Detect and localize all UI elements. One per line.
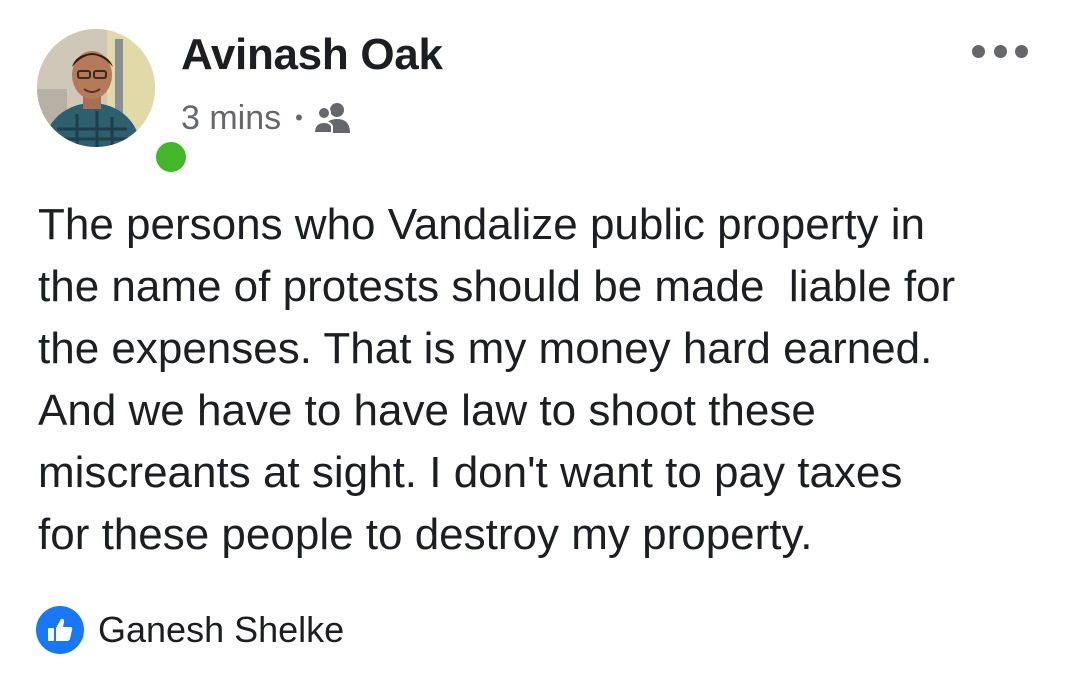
post-card: Avinash Oak 3 mins • The persons who Van… bbox=[0, 0, 1080, 688]
post-meta: 3 mins • bbox=[181, 96, 353, 140]
author-name[interactable]: Avinash Oak bbox=[181, 30, 443, 80]
post-timestamp[interactable]: 3 mins bbox=[181, 99, 281, 138]
reactions-summary[interactable]: Ganesh Shelke bbox=[36, 605, 344, 655]
post-text-line: The persons who Vandalize public propert… bbox=[38, 200, 926, 249]
meta-separator: • bbox=[295, 105, 303, 130]
more-dot bbox=[972, 44, 985, 58]
online-status-indicator bbox=[151, 137, 191, 177]
friends-icon[interactable] bbox=[312, 101, 353, 135]
more-dot bbox=[1015, 44, 1028, 58]
post-text-line: the expenses. That is my money hard earn… bbox=[38, 324, 933, 373]
avatar-photo bbox=[37, 29, 155, 147]
more-options-icon[interactable] bbox=[972, 34, 1028, 68]
post-body-text: The persons who Vandalize public propert… bbox=[38, 194, 1058, 566]
reactor-name[interactable]: Ganesh Shelke bbox=[98, 609, 344, 651]
post-text-line: for these people to destroy my property. bbox=[38, 510, 813, 559]
post-text-line: the name of protests should be made liab… bbox=[38, 262, 956, 311]
post-text-line: miscreants at sight. I don't want to pay… bbox=[38, 448, 903, 497]
post-text-line: And we have to have law to shoot these bbox=[38, 386, 816, 435]
more-dot bbox=[993, 44, 1007, 58]
like-icon bbox=[36, 606, 84, 654]
author-avatar[interactable] bbox=[37, 29, 191, 177]
